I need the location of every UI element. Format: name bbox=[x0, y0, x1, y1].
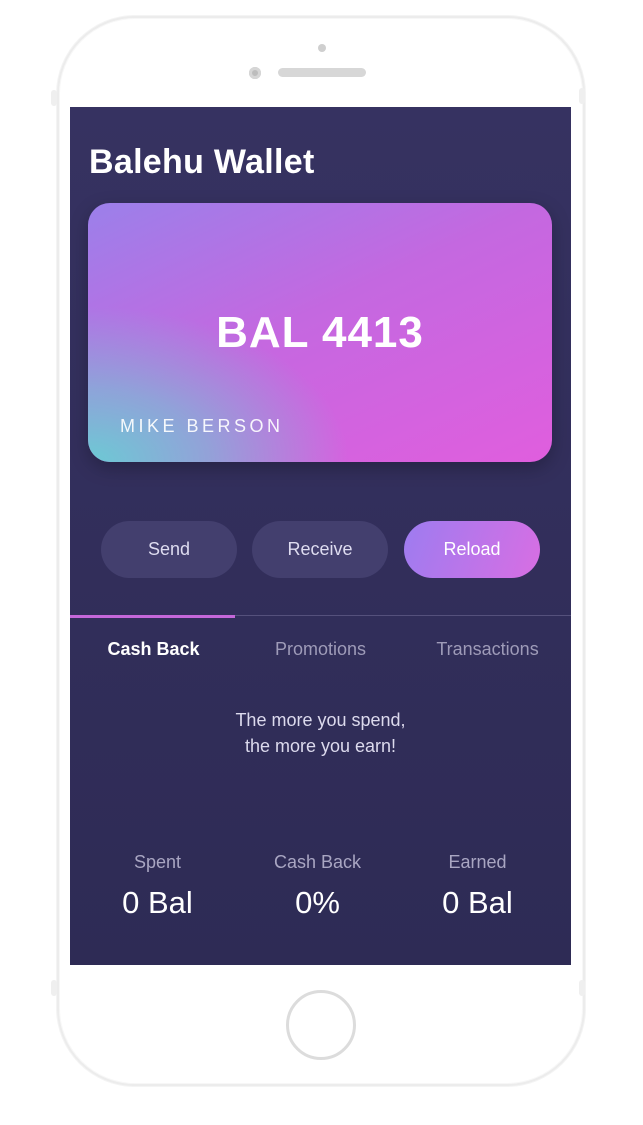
stat-label: Cash Back bbox=[273, 852, 362, 872]
card-balance: BAL 4413 bbox=[216, 308, 424, 357]
tab-cash-back[interactable]: Cash Back bbox=[70, 639, 237, 660]
earpiece-speaker bbox=[278, 68, 366, 77]
tab-transactions[interactable]: Transactions bbox=[404, 639, 571, 660]
proximity-sensor bbox=[318, 44, 326, 52]
side-button bbox=[51, 980, 57, 996]
reload-button[interactable]: Reload bbox=[404, 521, 540, 578]
stat-value: 0% bbox=[295, 885, 340, 920]
card-holder-name: MIKE BERSON bbox=[120, 416, 284, 436]
front-camera-icon bbox=[249, 67, 261, 79]
stat-label: Spent bbox=[133, 852, 182, 872]
stat-cash-back: Cash Back 0% bbox=[234, 852, 401, 921]
cashback-message-line: the more you earn! bbox=[244, 736, 397, 756]
receive-button[interactable]: Receive bbox=[252, 521, 388, 578]
send-button[interactable]: Send bbox=[101, 521, 237, 578]
stat-value: 0 Bal bbox=[442, 885, 513, 920]
side-button bbox=[51, 90, 57, 106]
side-button bbox=[579, 980, 585, 996]
home-button[interactable] bbox=[286, 990, 356, 1060]
wallet-card[interactable]: BAL 4413 MIKE BERSON bbox=[88, 203, 552, 462]
stat-earned: Earned 0 Bal bbox=[394, 852, 561, 921]
cashback-message: The more you spend, the more you earn! bbox=[70, 707, 571, 759]
wallet-screen: Balehu Wallet BAL 4413 MIKE BERSON Send … bbox=[70, 107, 571, 965]
stat-spent: Spent 0 Bal bbox=[74, 852, 241, 921]
side-button bbox=[579, 88, 585, 104]
active-tab-indicator bbox=[70, 615, 235, 618]
page-title: Balehu Wallet bbox=[89, 143, 315, 181]
cashback-message-line: The more you spend, bbox=[235, 710, 406, 730]
stat-value: 0 Bal bbox=[122, 885, 193, 920]
tab-promotions[interactable]: Promotions bbox=[237, 639, 404, 660]
stat-label: Earned bbox=[448, 852, 507, 872]
